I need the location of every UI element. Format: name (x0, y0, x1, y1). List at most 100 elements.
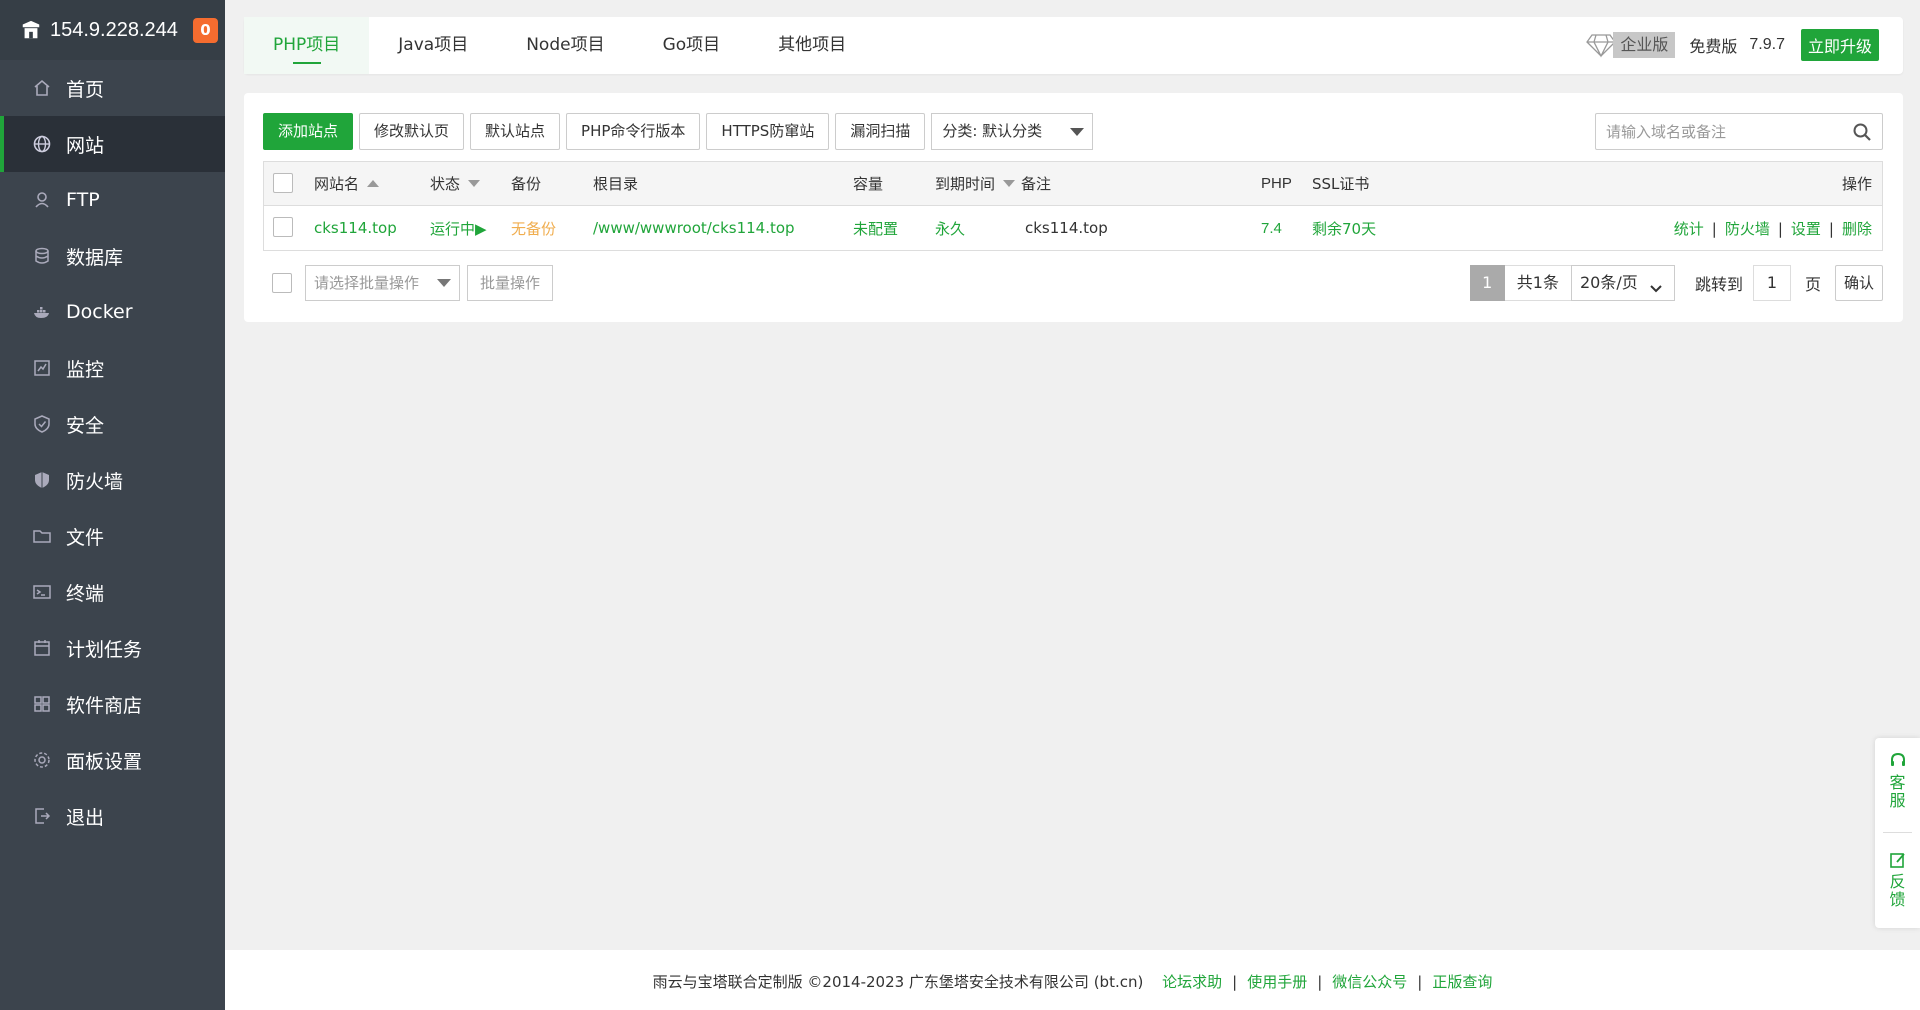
select-all-checkbox[interactable] (273, 173, 293, 197)
enterprise-edition[interactable]: 企业版 (1585, 31, 1676, 59)
apps-icon (32, 694, 52, 714)
php-version-link[interactable]: 7.4 (1261, 220, 1282, 237)
jump-label: 跳转到 (1694, 275, 1743, 294)
sidebar-item-settings[interactable]: 面板设置 (0, 732, 225, 788)
caret-down-icon (1070, 128, 1085, 136)
col-root-dir: 根目录 (593, 175, 639, 193)
tab-other-projects[interactable]: 其他项目 (749, 17, 875, 74)
sidebar-header: 154.9.228.244 0 (0, 0, 225, 60)
batch-operation-select[interactable]: 请选择批量操作 (305, 265, 460, 301)
row-actions: 统计 | 防火墙 | 设置 | 删除 (1673, 219, 1872, 238)
firewall-icon (32, 470, 52, 490)
sidebar-item-label: 监控 (66, 358, 105, 381)
table-row: cks114.top 运行中▶ 无备份 /www/wwwroot/cks114.… (264, 206, 1882, 250)
category-select[interactable]: 分类: 默认分类 (931, 113, 1094, 150)
php-cli-version-button[interactable]: PHP命令行版本 (566, 113, 701, 150)
sidebar-item-label: 面板设置 (66, 750, 143, 773)
expire-link[interactable]: 永久 (935, 218, 965, 239)
sidebar-item-home[interactable]: 首页 (0, 60, 225, 116)
edit-icon (1889, 853, 1905, 868)
col-ssl: SSL证书 (1312, 175, 1370, 193)
table-footer: 请选择批量操作 批量操作 1 共1条 20条/页 跳转到 1 页 确认 (263, 265, 1883, 303)
chevron-down-icon (1648, 274, 1664, 293)
version-number[interactable]: 7.9.7 (1749, 36, 1785, 54)
sidebar-item-terminal[interactable]: 终端 (0, 564, 225, 620)
tab-node-projects[interactable]: Node项目 (497, 17, 633, 74)
message-badge[interactable]: 0 (193, 18, 218, 43)
sidebar-item-files[interactable]: 文件 (0, 508, 225, 564)
sidebar-item-label: 文件 (66, 526, 105, 549)
server-ip[interactable]: 154.9.228.244 (50, 19, 178, 42)
site-table: 网站名 状态 备份 根目录 容量 到期时间 备注 PHP SSL证书 操作 ck… (263, 161, 1883, 251)
customer-service-button[interactable]: 客 服 (1875, 752, 1920, 810)
site-status-toggle[interactable]: 运行中▶ (430, 218, 487, 239)
row-checkbox[interactable] (273, 217, 293, 241)
copyright-text: 雨云与宝塔联合定制版 ©2014-2023 广东堡塔安全技术有限公司 (bt.c… (652, 973, 1144, 991)
footer-link-forum[interactable]: 论坛求助 (1162, 973, 1222, 991)
globe-icon (32, 134, 52, 154)
sidebar-item-firewall[interactable]: 防火墙 (0, 452, 225, 508)
site-search (1595, 113, 1883, 150)
batch-operation-button[interactable]: 批量操作 (467, 265, 554, 301)
shield-check-icon (32, 414, 52, 434)
root-dir-link[interactable]: /www/wwwroot/cks114.top (593, 219, 795, 237)
vuln-scan-button[interactable]: 漏洞扫描 (835, 113, 926, 150)
sidebar-item-database[interactable]: 数据库 (0, 228, 225, 284)
col-expire[interactable]: 到期时间 (935, 173, 1016, 194)
sidebar-item-docker[interactable]: Docker (0, 284, 225, 340)
database-icon (32, 246, 52, 266)
search-icon[interactable] (1852, 122, 1872, 142)
settings-action[interactable]: 设置 (1791, 220, 1821, 238)
remark-field[interactable]: cks114.top (1025, 219, 1108, 237)
search-input[interactable] (1596, 114, 1836, 149)
sidebar-item-ftp[interactable]: FTP (0, 172, 225, 228)
ssl-status-link[interactable]: 剩余70天 (1312, 218, 1376, 239)
capacity-link[interactable]: 未配置 (853, 218, 898, 239)
calendar-icon (32, 638, 52, 658)
floating-service-panel: 客 服 反 馈 (1875, 738, 1920, 928)
jump-confirm-button[interactable]: 确认 (1834, 265, 1883, 301)
sidebar-item-website[interactable]: 网站 (0, 116, 225, 172)
add-site-button[interactable]: 添加站点 (263, 113, 354, 150)
col-backup: 备份 (511, 175, 542, 193)
sidebar-item-security[interactable]: 安全 (0, 396, 225, 452)
delete-action[interactable]: 删除 (1842, 220, 1872, 238)
col-site-name[interactable]: 网站名 (314, 173, 380, 194)
sidebar: 154.9.228.244 0 首页 网站 FTP 数据库 Docker 监控 (0, 0, 225, 1010)
col-status[interactable]: 状态 (430, 173, 481, 194)
firewall-action[interactable]: 防火墙 (1725, 220, 1770, 238)
tab-java-projects[interactable]: Java项目 (369, 17, 497, 74)
page-size-select[interactable]: 20条/页 (1570, 265, 1675, 301)
sidebar-item-label: 软件商店 (66, 694, 143, 717)
modify-default-page-button[interactable]: 修改默认页 (359, 113, 465, 150)
page-unit-label: 页 (1804, 275, 1821, 294)
site-name-link[interactable]: cks114.top (314, 219, 397, 237)
site-toolbar: 添加站点 修改默认页 默认站点 PHP命令行版本 HTTPS防窜站 漏洞扫描 分… (263, 113, 1094, 150)
sidebar-item-label: Docker (66, 301, 133, 323)
sort-asc-icon (367, 180, 380, 187)
sidebar-item-logout[interactable]: 退出 (0, 788, 225, 844)
https-guard-button[interactable]: HTTPS防窜站 (706, 113, 830, 150)
sidebar-item-store[interactable]: 软件商店 (0, 676, 225, 732)
col-php: PHP (1261, 175, 1292, 192)
jump-page-input[interactable]: 1 (1752, 265, 1791, 301)
stats-action[interactable]: 统计 (1674, 220, 1704, 238)
footer-link-wechat[interactable]: 微信公众号 (1332, 973, 1407, 991)
sidebar-item-monitor[interactable]: 监控 (0, 340, 225, 396)
free-edition-label: 免费版 (1689, 37, 1738, 56)
home-icon (32, 78, 52, 98)
current-page[interactable]: 1 (1469, 265, 1505, 301)
tab-go-projects[interactable]: Go项目 (634, 17, 750, 74)
footer-link-license[interactable]: 正版查询 (1432, 973, 1492, 991)
folder-icon (32, 526, 52, 546)
feedback-button[interactable]: 反 馈 (1875, 851, 1920, 909)
tab-php-projects[interactable]: PHP项目 (244, 17, 370, 74)
footer-link-manual[interactable]: 使用手册 (1247, 973, 1307, 991)
batch-checkbox[interactable] (272, 273, 292, 297)
upgrade-button[interactable]: 立即升级 (1800, 29, 1879, 61)
backup-link[interactable]: 无备份 (511, 218, 556, 239)
sidebar-item-cron[interactable]: 计划任务 (0, 620, 225, 676)
table-header: 网站名 状态 备份 根目录 容量 到期时间 备注 PHP SSL证书 操作 (264, 162, 1882, 206)
default-site-button[interactable]: 默认站点 (470, 113, 561, 150)
enterprise-label: 企业版 (1613, 32, 1676, 58)
